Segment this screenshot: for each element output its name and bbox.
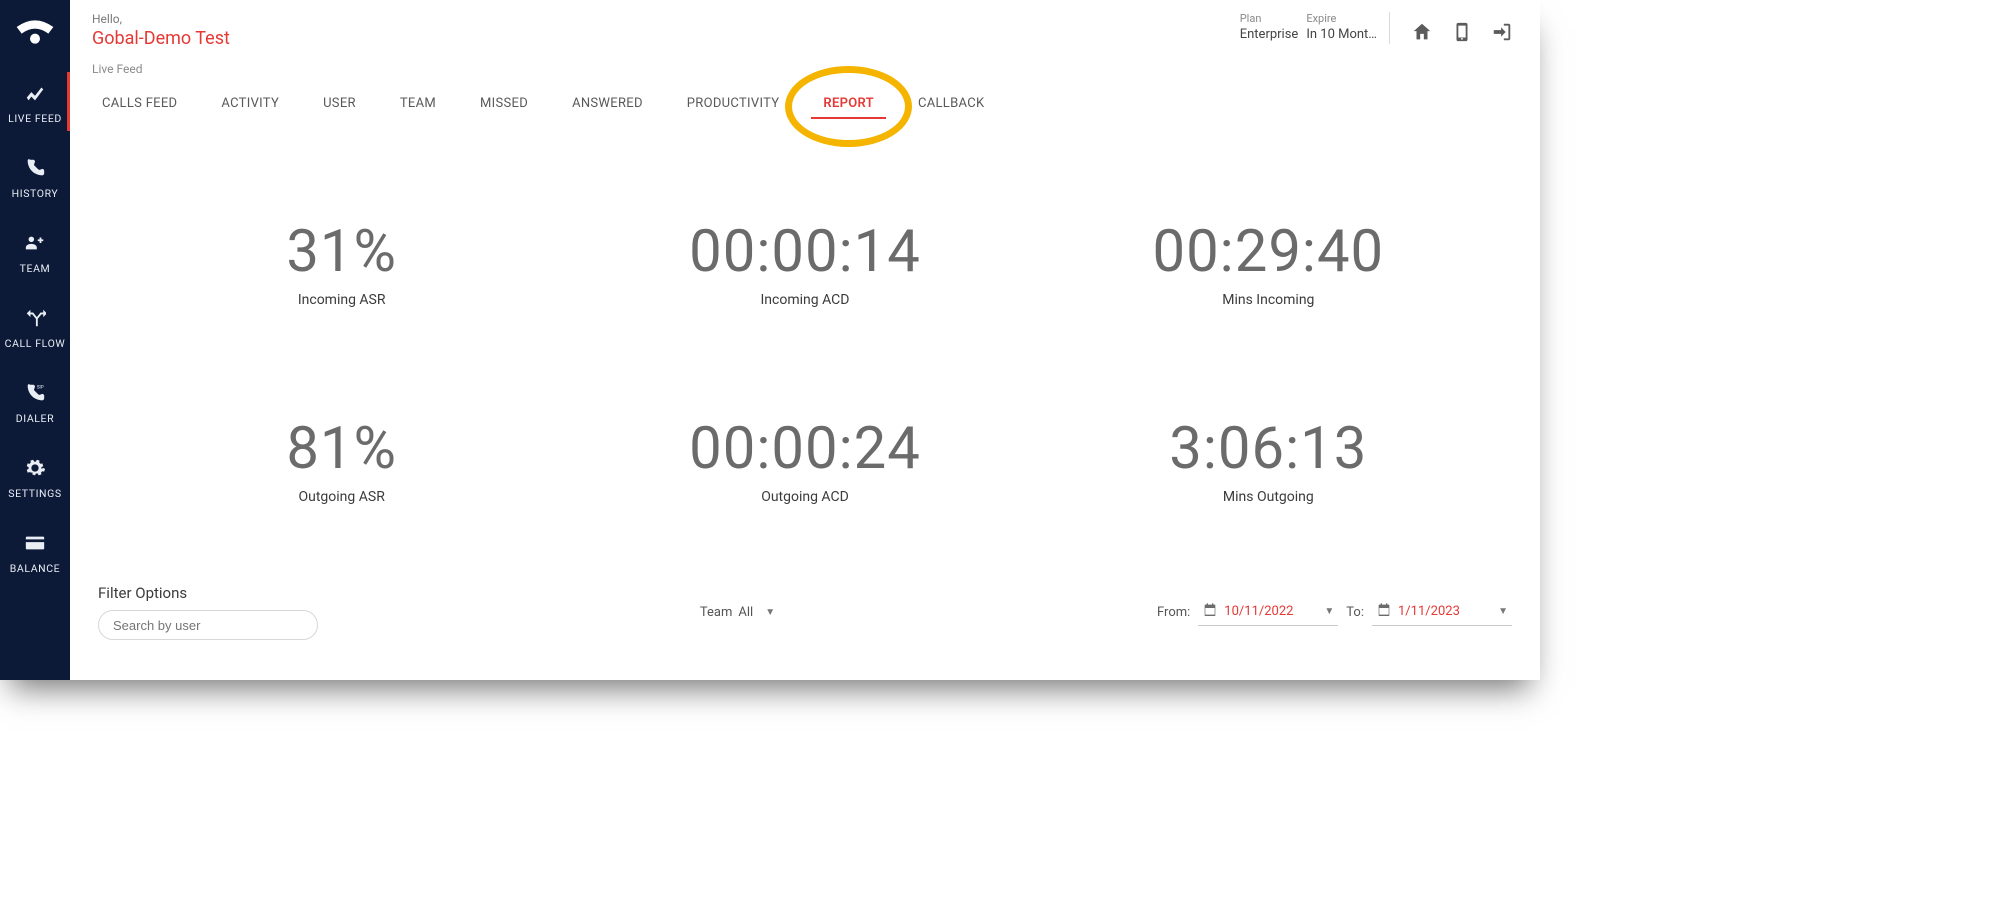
chevron-down-icon: ▼ <box>1324 606 1334 617</box>
filter-row: Filter Options Team All ▼ From: 10/11/20… <box>70 568 1540 680</box>
sidebar-item-label: CALL FLOW <box>5 337 66 350</box>
greeting-block: Hello, Gobal-Demo Test <box>92 12 230 49</box>
home-button[interactable] <box>1402 12 1442 52</box>
stat-label: Incoming ASR <box>298 292 386 308</box>
plan-expire-block: Plan Enterprise Expire In 10 Mont… <box>1240 12 1377 42</box>
sidebar-item-label: DIALER <box>16 412 54 425</box>
stat-label: Mins Outgoing <box>1223 489 1314 505</box>
stat-mins-incoming: 00:29:40 Mins Incoming <box>1037 165 1500 362</box>
sidebar-item-live-feed[interactable]: LIVE FEED <box>0 64 70 139</box>
sip-phone-icon: SIP <box>24 382 46 404</box>
logo <box>0 0 70 64</box>
search-user-field[interactable] <box>98 610 318 640</box>
filter-title: Filter Options <box>98 584 318 602</box>
phone-icon <box>24 157 46 179</box>
stat-outgoing-asr: 81% Outgoing ASR <box>110 362 573 559</box>
stat-incoming-acd: 00:00:14 Incoming ACD <box>573 165 1036 362</box>
to-date-value: 1/11/2023 <box>1398 604 1492 619</box>
stat-value: 31% <box>286 218 397 286</box>
stat-outgoing-acd: 00:00:24 Outgoing ACD <box>573 362 1036 559</box>
main-panel: Hello, Gobal-Demo Test Plan Enterprise E… <box>70 0 1540 680</box>
from-date-input[interactable]: 10/11/2022 ▼ <box>1198 599 1338 626</box>
sidebar-item-settings[interactable]: SETTINGS <box>0 439 70 514</box>
tab-productivity[interactable]: PRODUCTIVITY <box>685 88 782 125</box>
tab-answered[interactable]: ANSWERED <box>570 88 645 125</box>
calendar-icon <box>1202 602 1218 622</box>
date-range: From: 10/11/2022 ▼ To: 1/11/2023 ▼ <box>1157 599 1512 626</box>
breadcrumb: Live Feed <box>70 56 1540 76</box>
chevron-down-icon: ▼ <box>1498 606 1508 617</box>
tab-report[interactable]: REPORT <box>821 88 876 125</box>
chevron-down-icon: ▼ <box>765 607 775 618</box>
stat-label: Outgoing ACD <box>761 489 849 505</box>
mobile-button[interactable] <box>1442 12 1482 52</box>
stat-value: 00:00:24 <box>689 415 921 483</box>
stat-incoming-asr: 31% Incoming ASR <box>110 165 573 362</box>
logout-icon <box>1491 21 1513 43</box>
stat-mins-outgoing: 3:06:13 Mins Outgoing <box>1037 362 1500 559</box>
from-date-value: 10/11/2022 <box>1224 604 1318 619</box>
home-icon <box>1411 21 1433 43</box>
from-label: From: <box>1157 605 1190 620</box>
plan-label: Plan <box>1240 12 1262 25</box>
sidebar-item-label: TEAM <box>20 262 51 275</box>
sidebar-item-label: BALANCE <box>10 562 61 575</box>
greeting-text: Hello, <box>92 12 230 26</box>
tab-missed[interactable]: MISSED <box>478 88 530 125</box>
sidebar-item-label: HISTORY <box>12 187 59 200</box>
stat-value: 00:29:40 <box>1152 218 1384 286</box>
plan-value: Enterprise <box>1240 27 1299 42</box>
search-input[interactable] <box>113 618 303 633</box>
stat-value: 81% <box>286 415 397 483</box>
account-name: Gobal-Demo Test <box>92 28 230 49</box>
svg-text:SIP: SIP <box>37 384 44 390</box>
sidebar-item-history[interactable]: HISTORY <box>0 139 70 214</box>
sidebar-item-balance[interactable]: BALANCE <box>0 514 70 589</box>
team-value: All <box>738 605 753 620</box>
divider <box>1389 12 1390 44</box>
team-add-icon <box>24 232 46 254</box>
stat-value: 3:06:13 <box>1169 415 1367 483</box>
gear-icon <box>24 457 46 479</box>
trend-icon <box>24 82 46 104</box>
tab-team[interactable]: TEAM <box>398 88 438 125</box>
sidebar-item-label: LIVE FEED <box>8 112 62 125</box>
split-icon <box>24 307 46 329</box>
top-header: Hello, Gobal-Demo Test Plan Enterprise E… <box>70 0 1540 56</box>
filter-left: Filter Options <box>98 584 318 640</box>
tab-calls-feed[interactable]: CALLS FEED <box>100 88 179 125</box>
sidebar-item-dialer[interactable]: SIP DIALER <box>0 364 70 439</box>
sidebar: LIVE FEED HISTORY TEAM CALL FLOW SIP DIA… <box>0 0 70 680</box>
stat-value: 00:00:14 <box>689 218 921 286</box>
tab-user[interactable]: USER <box>321 88 358 125</box>
phone-logo-icon <box>15 18 55 46</box>
stat-label: Outgoing ASR <box>299 489 385 505</box>
sidebar-item-label: SETTINGS <box>8 487 61 500</box>
stats-grid: 31% Incoming ASR 00:00:14 Incoming ACD 0… <box>70 125 1540 568</box>
calendar-icon <box>1376 602 1392 622</box>
logout-button[interactable] <box>1482 12 1522 52</box>
app-window: LIVE FEED HISTORY TEAM CALL FLOW SIP DIA… <box>0 0 1540 680</box>
expire-label: Expire <box>1306 12 1336 25</box>
team-select[interactable]: Team All ▼ <box>700 605 775 620</box>
tab-activity[interactable]: ACTIVITY <box>219 88 281 125</box>
team-label: Team <box>700 605 733 620</box>
stat-label: Incoming ACD <box>761 292 850 308</box>
expire-value: In 10 Mont… <box>1306 27 1377 42</box>
plan-col: Plan Enterprise <box>1240 12 1299 42</box>
to-date-input[interactable]: 1/11/2023 ▼ <box>1372 599 1512 626</box>
stat-label: Mins Incoming <box>1222 292 1314 308</box>
tab-callback[interactable]: CALLBACK <box>916 88 986 125</box>
expire-col: Expire In 10 Mont… <box>1306 12 1377 42</box>
tab-bar: CALLS FEED ACTIVITY USER TEAM MISSED ANS… <box>70 76 1540 125</box>
sidebar-item-call-flow[interactable]: CALL FLOW <box>0 289 70 364</box>
card-icon <box>24 532 46 554</box>
to-label: To: <box>1346 605 1364 620</box>
sidebar-item-team[interactable]: TEAM <box>0 214 70 289</box>
mobile-icon <box>1451 21 1473 43</box>
